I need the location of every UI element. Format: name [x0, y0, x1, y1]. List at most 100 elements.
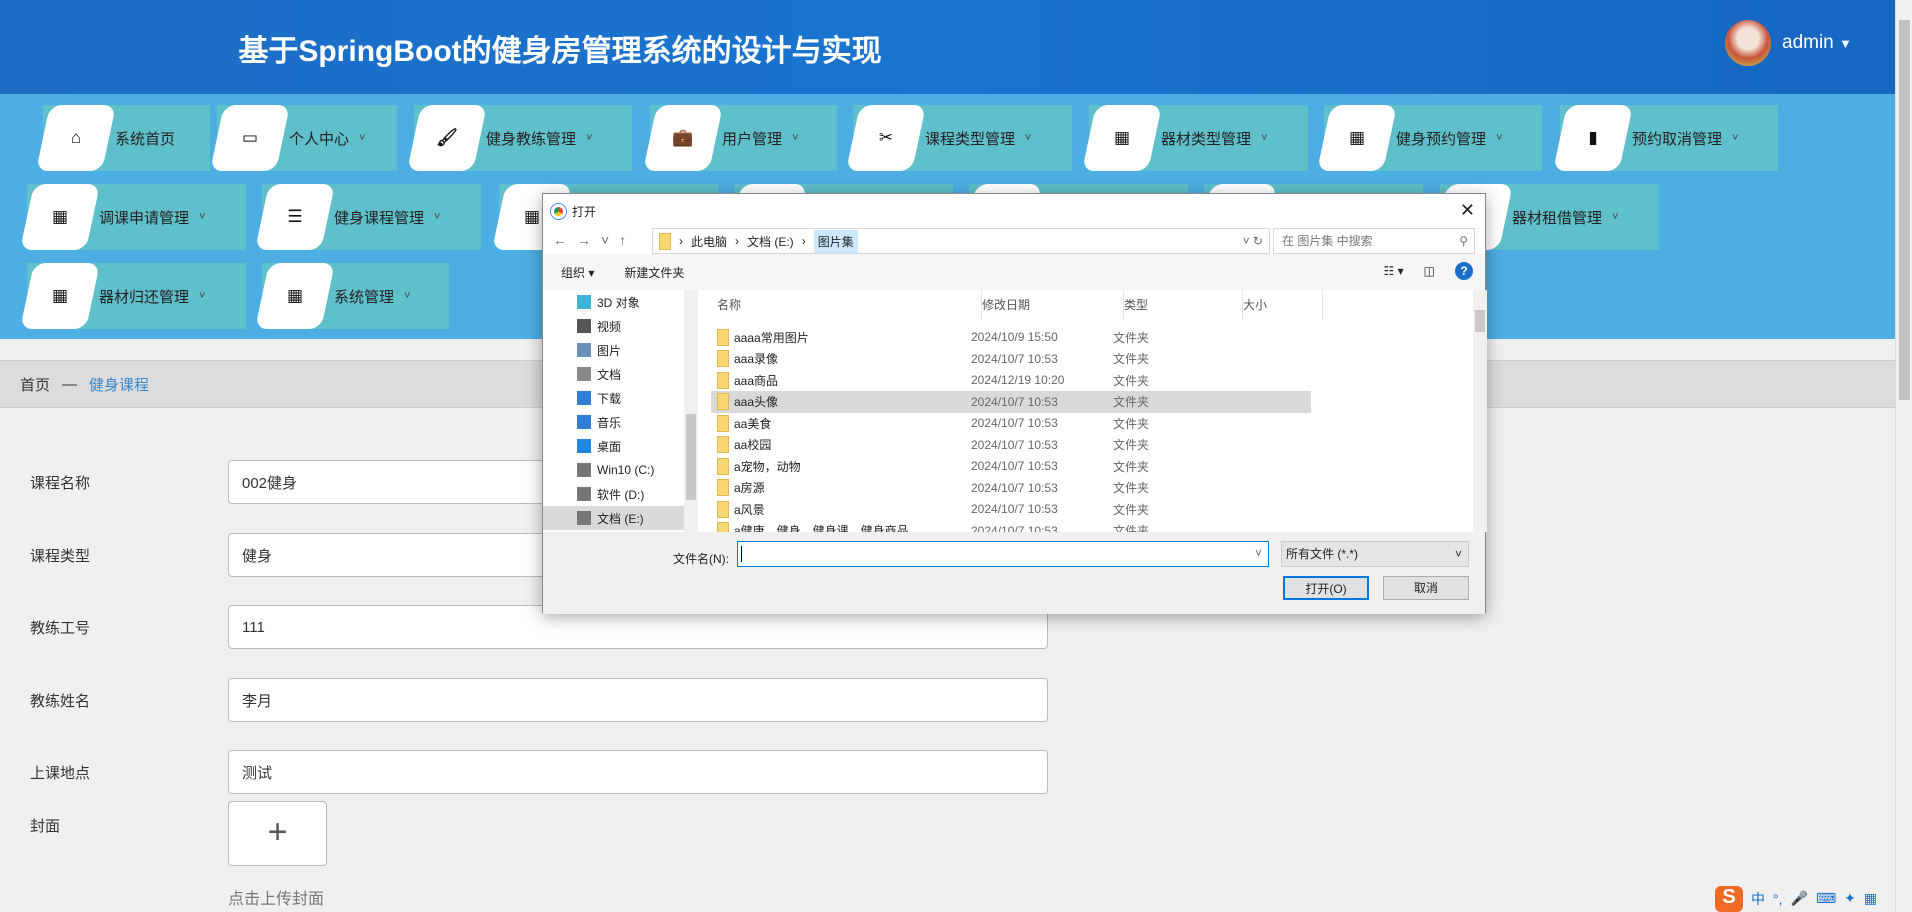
- menu-item[interactable]: ⌂ 系统首页: [35, 105, 210, 171]
- field-label: 课程名称: [30, 474, 91, 492]
- file-row[interactable]: a宠物，动物 2024/10/7 10:53 文件夹: [711, 455, 1311, 477]
- search-input[interactable]: 在 图片集 中搜索 ⚲: [1273, 228, 1475, 254]
- field-label: 上课地点: [30, 764, 91, 782]
- menu-item[interactable]: 💼 用户管理 ˅: [642, 105, 837, 171]
- nav-item[interactable]: 下载: [543, 386, 698, 410]
- keyboard-icon[interactable]: ⌨: [1816, 890, 1836, 907]
- menu-item[interactable]: ▮ 预约取消管理 ˅: [1552, 105, 1778, 171]
- nav-scrollbar[interactable]: [684, 290, 698, 532]
- menu-label: 调课申请管理: [99, 209, 190, 227]
- menu-icon: ▦: [51, 286, 69, 305]
- menu-icon: ☰: [287, 207, 303, 226]
- cancel-button[interactable]: 取消: [1383, 576, 1469, 600]
- file-row[interactable]: aaa头像 2024/10/7 10:53 文件夹: [711, 390, 1311, 413]
- cover-label: 封面: [30, 818, 61, 835]
- app-header: 基于SpringBoot的健身房管理系统的设计与实现 admin ▼: [0, 0, 1895, 94]
- file-row[interactable]: a风景 2024/10/7 10:53 文件夹: [711, 498, 1311, 520]
- open-button[interactable]: 打开(O): [1283, 576, 1369, 600]
- skin-icon[interactable]: ✦: [1844, 890, 1856, 907]
- menu-item[interactable]: ▦ 器材归还管理 ˅: [19, 263, 246, 329]
- ime-punct[interactable]: °,: [1773, 891, 1783, 907]
- new-folder-button[interactable]: 新建文件夹: [624, 264, 684, 281]
- organize-button[interactable]: 组织 ▾: [561, 264, 594, 281]
- path-segment[interactable]: 此电脑: [691, 233, 727, 250]
- menu-item[interactable]: ▦ 健身预约管理 ˅: [1316, 105, 1542, 171]
- address-bar[interactable]: › 此电脑 › 文档 (E:) › 图片集 ˅ ↻: [652, 228, 1270, 254]
- sogou-icon[interactable]: S: [1715, 885, 1743, 912]
- form-row: 教练姓名 李月: [30, 678, 1050, 722]
- chevron-down-icon: ˅: [199, 211, 206, 223]
- menu-item[interactable]: ▦ 系统管理 ˅: [254, 263, 449, 329]
- path-segment[interactable]: 文档 (E:): [747, 233, 794, 250]
- field-label: 教练工号: [30, 619, 91, 637]
- location-icon: [577, 391, 591, 405]
- grid-icon[interactable]: ▦: [1864, 890, 1877, 907]
- menu-item[interactable]: ▦ 器材类型管理 ˅: [1081, 105, 1308, 171]
- list-scrollbar[interactable]: [1473, 290, 1487, 532]
- menu-item[interactable]: ☰ 健身课程管理 ˅: [254, 184, 481, 250]
- page-title: 基于SpringBoot的健身房管理系统的设计与实现: [238, 35, 882, 68]
- field-input[interactable]: 测试: [228, 750, 1048, 794]
- cover-upload-button[interactable]: +: [228, 801, 327, 866]
- folder-icon: [717, 500, 729, 518]
- user-menu[interactable]: admin ▼: [1782, 32, 1852, 54]
- menu-label: 预约取消管理: [1632, 130, 1723, 148]
- column-header[interactable]: 类型: [1124, 290, 1243, 320]
- nav-item[interactable]: 桌面: [543, 434, 698, 458]
- ime-lang[interactable]: 中: [1751, 889, 1765, 909]
- chevron-down-icon: ˅: [586, 132, 593, 144]
- menu-item[interactable]: 🖌 健身教练管理 ˅: [406, 105, 632, 171]
- breadcrumb-home[interactable]: 首页: [20, 374, 50, 395]
- refresh-icon[interactable]: ˅ ↻: [1243, 234, 1263, 248]
- file-row[interactable]: aa美食 2024/10/7 10:53 文件夹: [711, 412, 1311, 434]
- path-segment[interactable]: 图片集: [813, 229, 858, 253]
- file-row[interactable]: a房源 2024/10/7 10:53 文件夹: [711, 477, 1311, 499]
- page-scrollbar[interactable]: [1895, 0, 1912, 912]
- nav-arrows[interactable]: ←→˅↑: [553, 232, 636, 248]
- filetype-select[interactable]: 所有文件 (*.*) ˅: [1281, 541, 1469, 567]
- menu-item[interactable]: ✂ 课程类型管理 ˅: [845, 105, 1072, 171]
- dialog-title: 打开: [572, 204, 597, 219]
- location-icon: [577, 463, 591, 477]
- column-header[interactable]: 大小: [1243, 290, 1323, 320]
- view-options-icon[interactable]: ☷ ▾: [1384, 264, 1404, 278]
- nav-item[interactable]: Win10 (C:): [543, 458, 698, 482]
- breadcrumb-separator: —: [62, 375, 78, 393]
- field-input[interactable]: 李月: [228, 678, 1048, 722]
- menu-label: 健身教练管理: [486, 130, 577, 148]
- nav-item[interactable]: 图片: [543, 338, 698, 362]
- file-row[interactable]: aaa商品 2024/12/19 10:20 文件夹: [711, 369, 1311, 391]
- menu-item[interactable]: ▭ 个人中心 ˅: [209, 105, 397, 171]
- folder-icon: [717, 414, 729, 432]
- menu-label: 个人中心: [289, 130, 350, 148]
- file-list: 名称 修改日期 类型 大小 aaaa常用图片 2024/10/9 15:50 文件夹 aaa录…: [705, 290, 1487, 539]
- file-row[interactable]: aaa录像 2024/10/7 10:53 文件夹: [711, 348, 1311, 370]
- chevron-down-icon: ˅: [1454, 547, 1462, 561]
- menu-label: 器材归还管理: [99, 288, 190, 306]
- nav-item[interactable]: 3D 对象: [543, 290, 698, 314]
- column-header[interactable]: 名称: [717, 290, 982, 320]
- column-header[interactable]: 修改日期: [982, 290, 1124, 320]
- nav-item[interactable]: 文档 (E:): [543, 506, 698, 530]
- menu-label: 系统首页: [115, 130, 176, 148]
- nav-item[interactable]: 软件 (D:): [543, 482, 698, 506]
- chevron-down-icon: ˅: [1612, 211, 1619, 223]
- filename-input[interactable]: ˅: [737, 541, 1269, 567]
- nav-item[interactable]: 音乐: [543, 410, 698, 434]
- menu-icon: ▭: [241, 128, 259, 147]
- file-row[interactable]: aa校园 2024/10/7 10:53 文件夹: [711, 434, 1311, 456]
- menu-item[interactable]: ▦ 调课申请管理 ˅: [19, 184, 246, 250]
- chevron-down-icon[interactable]: ˅: [1255, 546, 1262, 560]
- folder-icon: [717, 350, 729, 367]
- help-icon[interactable]: ?: [1455, 262, 1473, 280]
- menu-label: 课程类型管理: [925, 130, 1016, 148]
- avatar[interactable]: [1725, 20, 1771, 66]
- menu-icon: ▦: [1113, 128, 1131, 147]
- microphone-icon[interactable]: 🎤: [1791, 890, 1808, 907]
- nav-item[interactable]: 视频: [543, 314, 698, 338]
- nav-item[interactable]: 文档: [543, 362, 698, 386]
- menu-icon: 🖌: [436, 128, 458, 147]
- file-row[interactable]: aaaa常用图片 2024/10/9 15:50 文件夹: [711, 326, 1311, 348]
- close-icon[interactable]: ✕: [1460, 200, 1475, 221]
- preview-pane-icon[interactable]: ◫: [1424, 264, 1435, 278]
